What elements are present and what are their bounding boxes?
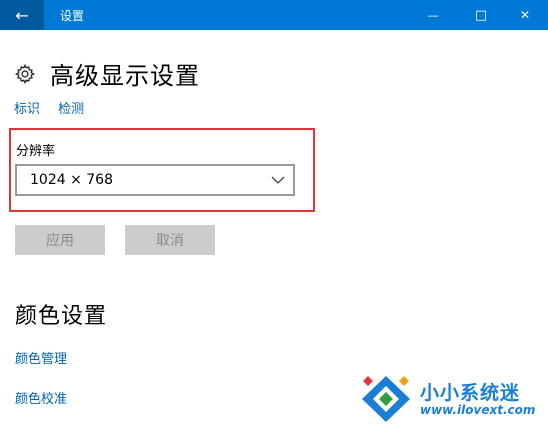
chevron-down-icon [271,176,285,184]
back-arrow-icon: ← [15,5,29,25]
resolution-label: 分辨率 [16,144,56,159]
close-button[interactable]: ✕ [502,0,548,30]
page-title: 高级显示设置 [50,62,200,90]
minimize-button[interactable]: — [410,0,456,30]
watermark: 小小系统迷 www.ilovext.com [358,372,544,426]
resolution-value: 1024 × 768 [30,172,113,188]
title-bar: ← 设置 — □ ✕ [0,0,548,30]
cancel-button-label: 取消 [156,233,184,249]
detect-link[interactable]: 检测 [58,102,84,117]
color-management-link[interactable]: 颜色管理 [15,348,67,367]
close-icon: ✕ [519,8,531,22]
watermark-logo-icon [362,376,410,422]
back-button[interactable]: ← [0,0,44,30]
page-header: 高级显示设置 [14,56,200,91]
identify-link[interactable]: 标识 [14,102,40,117]
gear-icon [14,63,36,84]
apply-button[interactable]: 应用 [15,225,105,255]
maximize-icon: □ [474,7,488,23]
window-title: 设置 [60,9,85,23]
watermark-name: 小小系统迷 [420,382,521,404]
minimize-icon: — [427,8,439,22]
page-links: 标识 检测 [14,98,98,117]
resolution-dropdown[interactable]: 1024 × 768 [15,164,295,196]
maximize-button[interactable]: □ [458,0,504,30]
watermark-url: www.ilovext.com [420,403,536,417]
color-settings-title: 颜色设置 [15,304,108,329]
color-calibration-link[interactable]: 颜色校准 [15,388,67,407]
cancel-button[interactable]: 取消 [125,225,215,255]
apply-button-label: 应用 [46,233,74,249]
